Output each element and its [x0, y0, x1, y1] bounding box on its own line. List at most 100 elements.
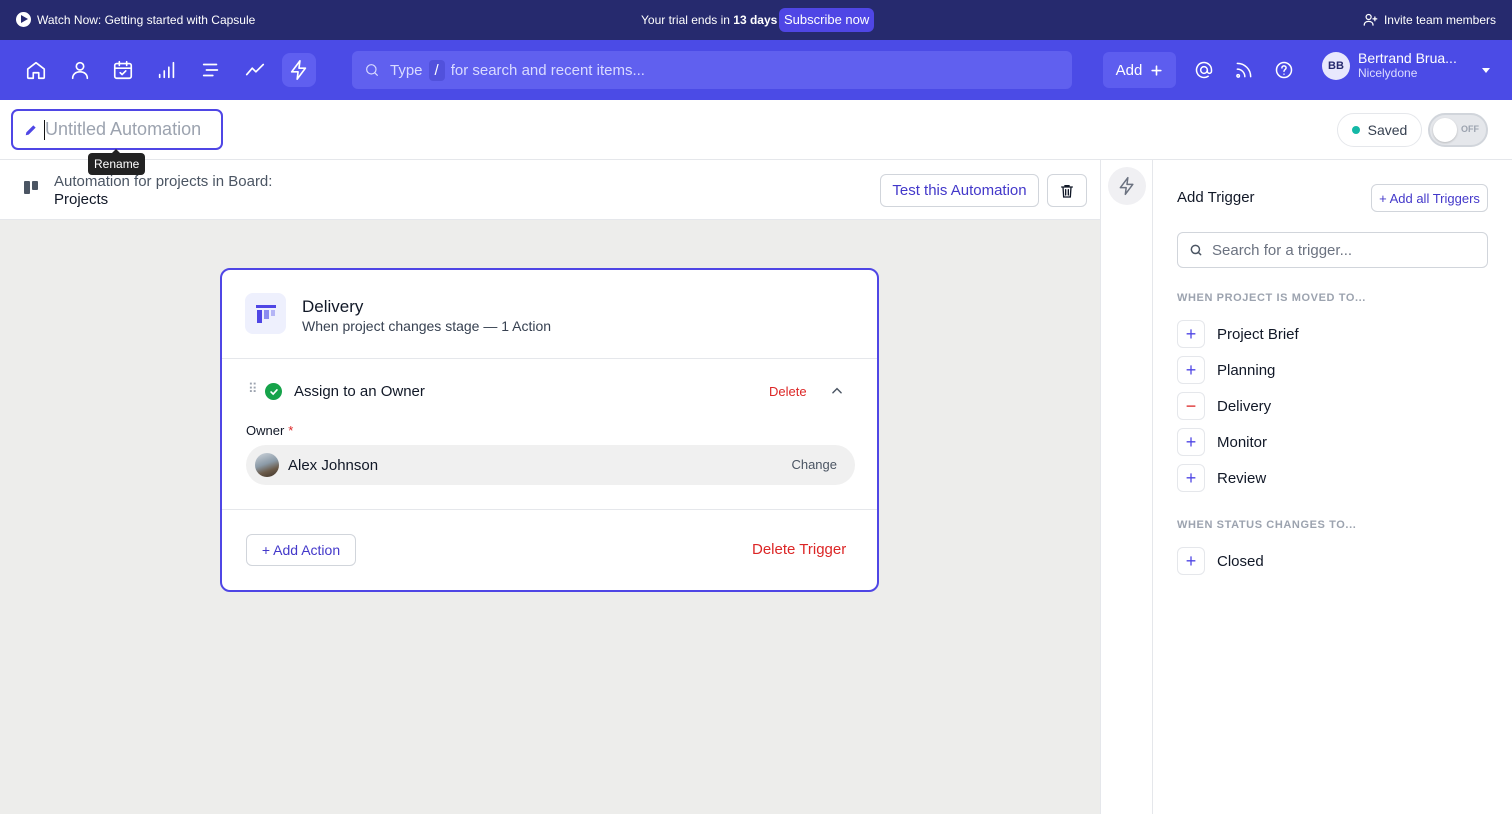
trigger-title: Delivery — [302, 297, 364, 316]
search-prefix: Type — [390, 61, 423, 79]
owner-field-label: Owner * — [246, 423, 293, 438]
automation-title-bar: Untitled Automation Rename Saved OFF — [0, 100, 1512, 175]
trend-line-icon[interactable] — [238, 53, 272, 87]
add-trigger-panel: Add Trigger + Add all Triggers Search fo… — [1153, 160, 1512, 814]
chevron-up-icon[interactable] — [830, 384, 844, 403]
trigger-card: Delivery When project changes stage — 1 … — [220, 268, 879, 592]
calendar-check-icon[interactable] — [106, 53, 140, 87]
delete-trigger-button[interactable]: Delete Trigger — [752, 541, 846, 558]
trigger-option-label: Planning — [1217, 361, 1276, 379]
add-user-icon — [1363, 13, 1378, 26]
trigger-footer: + Add Action Delete Trigger — [222, 510, 877, 590]
owner-label-text: Owner — [246, 423, 285, 438]
delete-action-button[interactable]: Delete — [769, 384, 807, 399]
trigger-option[interactable]: + Review — [1177, 464, 1266, 492]
rename-tooltip: Rename — [88, 149, 146, 175]
title-placeholder: Untitled Automation — [45, 119, 202, 139]
avatar — [255, 453, 279, 477]
status-dot — [1351, 126, 1360, 134]
trigger-option-label: Closed — [1217, 552, 1264, 570]
section-label-status: WHEN STATUS CHANGES TO... — [1177, 519, 1357, 531]
user-info: Bertrand Brua... Nicelydone — [1358, 51, 1457, 81]
add-action-button[interactable]: + Add Action — [246, 534, 356, 566]
global-search-input[interactable]: Type / for search and recent items... — [352, 51, 1072, 89]
trigger-option-label: Delivery — [1217, 397, 1272, 415]
search-icon — [364, 62, 380, 78]
add-all-triggers-button[interactable]: + Add all Triggers — [1371, 184, 1488, 212]
trigger-option-label: Project Brief — [1217, 325, 1299, 343]
trigger-subtitle: When project changes stage — 1 Action — [302, 318, 552, 334]
toggle-label: OFF — [1461, 124, 1479, 134]
section-label-stage: WHEN PROJECT IS MOVED TO... — [1177, 292, 1366, 304]
main-nav: Type / for search and recent items... Ad… — [0, 40, 1512, 100]
trigger-option[interactable]: + Planning — [1177, 356, 1275, 384]
search-icon — [1189, 243, 1203, 257]
avatar: BB — [1322, 52, 1350, 80]
trigger-option[interactable]: + Project Brief — [1177, 320, 1299, 348]
board-name: Projects — [54, 191, 109, 208]
saved-label: Saved — [1367, 122, 1408, 138]
add-button[interactable]: Add — [1103, 52, 1176, 88]
person-icon[interactable] — [63, 53, 97, 87]
required-marker: * — [288, 423, 294, 438]
board-caption: Automation for projects in Board: — [54, 173, 273, 190]
trigger-option[interactable]: − Delivery — [1177, 392, 1271, 420]
user-org: Nicelydone — [1358, 66, 1418, 80]
board-info: Automation for projects in Board: Projec… — [54, 173, 272, 209]
add-trigger-icon[interactable]: + — [1177, 428, 1205, 456]
test-automation-button[interactable]: Test this Automation — [880, 174, 1039, 207]
add-trigger-icon[interactable]: + — [1177, 464, 1205, 492]
mentions-icon[interactable] — [1187, 53, 1221, 87]
trigger-search-input[interactable]: Search for a trigger... — [1177, 232, 1488, 268]
automation-enabled-toggle[interactable]: OFF — [1428, 113, 1488, 147]
trigger-option[interactable]: + Monitor — [1177, 428, 1267, 456]
automation-title-input[interactable]: Untitled Automation — [11, 109, 223, 150]
automation-board-header: Automation for projects in Board: Projec… — [0, 160, 1100, 220]
trigger-option[interactable]: + Closed — [1177, 547, 1264, 575]
chevron-down-icon[interactable] — [1482, 68, 1490, 73]
trigger-header: Delivery When project changes stage — 1 … — [222, 270, 877, 359]
bar-chart-icon[interactable] — [150, 53, 184, 87]
delete-automation-button[interactable] — [1047, 174, 1087, 207]
add-trigger-icon[interactable]: + — [1177, 320, 1205, 348]
user-name: Bertrand Brua... — [1358, 50, 1457, 66]
trash-icon — [1061, 184, 1073, 198]
user-menu[interactable]: BB Bertrand Brua... Nicelydone — [1322, 51, 1457, 81]
feed-icon[interactable] — [1227, 53, 1261, 87]
toggle-knob — [1433, 118, 1457, 142]
drag-handle-icon[interactable]: ⠿ — [248, 382, 257, 395]
action-item: ⠿ Assign to an Owner Delete Owner * Alex … — [222, 359, 877, 510]
subscribe-button[interactable]: Subscribe now — [779, 8, 875, 32]
add-trigger-icon[interactable]: + — [1177, 356, 1205, 384]
plus-icon — [1151, 64, 1162, 76]
watch-now-link[interactable]: Watch Now: Getting started with Capsule — [16, 12, 255, 27]
owner-name: Alex Johnson — [288, 456, 379, 474]
triggers-panel-button[interactable] — [1108, 167, 1146, 205]
saved-status-badge: Saved — [1337, 113, 1422, 147]
trial-notice: Your trial ends in 13 days — [641, 13, 777, 27]
trigger-option-label: Monitor — [1217, 433, 1268, 451]
trial-days: 13 days — [733, 13, 778, 27]
home-icon[interactable] — [19, 53, 53, 87]
play-icon — [16, 12, 31, 27]
add-trigger-icon[interactable]: + — [1177, 547, 1205, 575]
pencil-icon — [24, 123, 38, 137]
stage-board-icon — [245, 293, 286, 334]
change-owner-button[interactable]: Change — [791, 457, 837, 472]
trial-prefix: Your trial ends in — [641, 13, 730, 27]
owner-select[interactable]: Alex Johnson Change — [246, 445, 855, 485]
pipeline-icon[interactable] — [194, 53, 228, 87]
side-rail — [1100, 160, 1153, 814]
add-label: Add — [1115, 61, 1143, 79]
invite-label: Invite team members — [1383, 12, 1496, 27]
remove-trigger-icon[interactable]: − — [1177, 392, 1205, 420]
lightning-icon[interactable] — [282, 53, 316, 87]
invite-team-button[interactable]: Invite team members — [1363, 12, 1496, 27]
watch-now-label: Watch Now: Getting started with Capsule — [37, 12, 256, 27]
action-title: Assign to an Owner — [294, 383, 425, 400]
help-icon[interactable] — [1267, 53, 1301, 87]
search-shortcut-key: / — [428, 59, 445, 81]
panel-title: Add Trigger — [1177, 189, 1255, 206]
trigger-search-placeholder: Search for a trigger... — [1212, 241, 1353, 259]
check-circle-icon — [265, 383, 282, 400]
